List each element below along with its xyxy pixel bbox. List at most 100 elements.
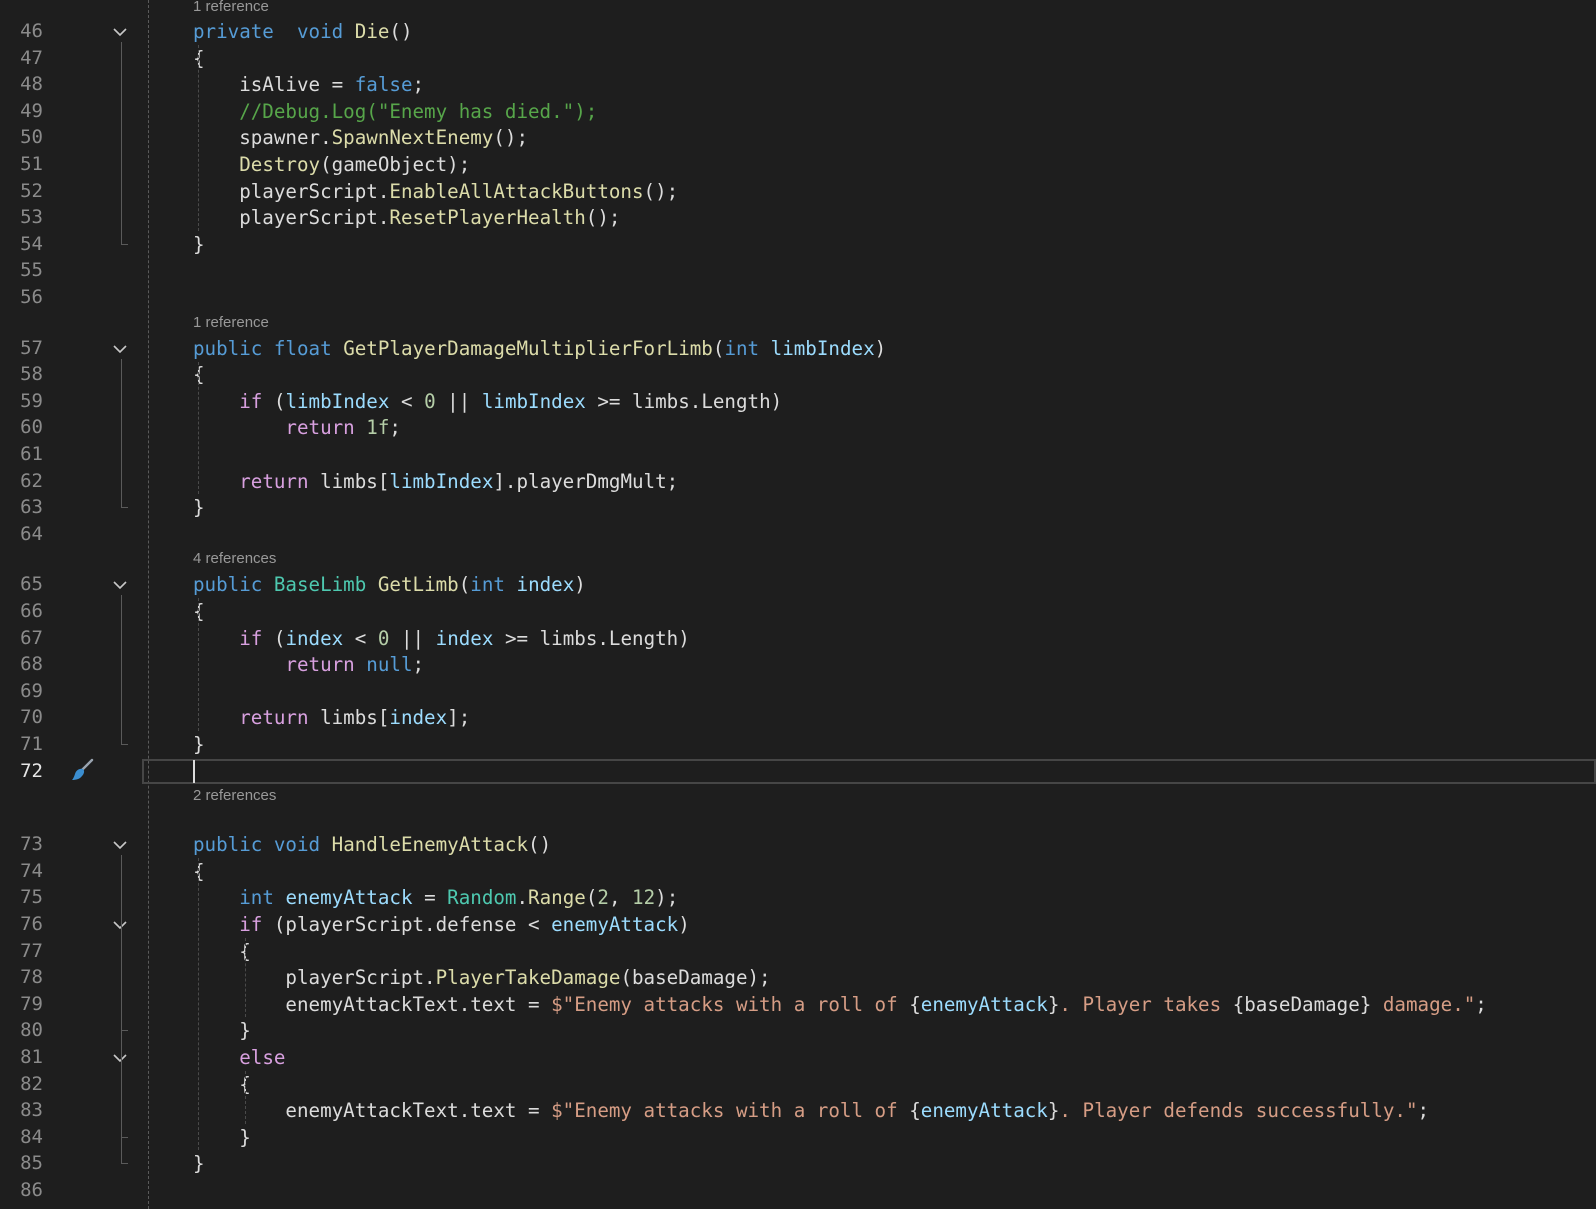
code-line[interactable]: 86: [0, 1177, 1596, 1204]
code-line[interactable]: 55: [0, 257, 1596, 284]
code-text[interactable]: public void HandleEnemyAttack(): [193, 831, 551, 858]
code-text[interactable]: }: [193, 1017, 251, 1044]
code-text[interactable]: if (playerScript.defense < enemyAttack): [193, 911, 690, 938]
code-text[interactable]: public float GetPlayerDamageMultiplierFo…: [193, 335, 886, 362]
code-line[interactable]: 84 }: [0, 1124, 1596, 1151]
code-line[interactable]: 81 else: [0, 1044, 1596, 1071]
line-number: 84: [20, 1125, 43, 1148]
code-line[interactable]: 69: [0, 678, 1596, 705]
code-text[interactable]: int enemyAttack = Random.Range(2, 12);: [193, 884, 678, 911]
indent-guide: [245, 938, 246, 1018]
code-line[interactable]: 56: [0, 284, 1596, 311]
line-number: 64: [20, 522, 43, 545]
code-line[interactable]: 80 }: [0, 1017, 1596, 1044]
code-text[interactable]: else: [193, 1044, 285, 1071]
code-text[interactable]: return null;: [193, 651, 424, 678]
code-line[interactable]: 47{: [0, 45, 1596, 72]
code-token: Die: [354, 20, 390, 43]
code-text[interactable]: return limbs[limbIndex].playerDmgMult;: [193, 468, 678, 495]
code-line[interactable]: 71}: [0, 731, 1596, 758]
code-line[interactable]: 70 return limbs[index];: [0, 704, 1596, 731]
code-token: float: [273, 336, 332, 360]
code-line[interactable]: 85}: [0, 1150, 1596, 1177]
fold-outline: [121, 358, 122, 508]
code-lens-references[interactable]: 1 reference: [193, 313, 269, 333]
code-line[interactable]: 57 public float GetPlayerDamageMultiplier…: [0, 335, 1596, 362]
code-text[interactable]: playerScript.EnableAllAttackButtons();: [193, 178, 678, 205]
fold-outline: [121, 42, 122, 244]
code-line[interactable]: 83 enemyAttackText.text = $"Enemy attack…: [0, 1097, 1596, 1124]
code-line[interactable]: 54}: [0, 231, 1596, 258]
code-text[interactable]: //Debug.Log("Enemy has died.");: [193, 98, 597, 125]
chevron-down-icon[interactable]: [110, 831, 130, 860]
line-number: 77: [20, 939, 43, 962]
code-text[interactable]: private void Die(): [193, 18, 413, 45]
code-text[interactable]: playerScript.PlayerTakeDamage(baseDamage…: [193, 964, 770, 991]
code-line[interactable]: 78 playerScript.PlayerTakeDamage(baseDam…: [0, 964, 1596, 991]
code-line[interactable]: 62 return limbs[limbIndex].playerDmgMult…: [0, 468, 1596, 495]
code-line[interactable]: 53 playerScript.ResetPlayerHealth();: [0, 204, 1596, 231]
code-line[interactable]: 49 //Debug.Log("Enemy has died.");: [0, 98, 1596, 125]
code-text[interactable]: if (limbIndex < 0 || limbIndex >= limbs.…: [193, 388, 782, 415]
code-text[interactable]: }: [193, 1150, 205, 1177]
code-text[interactable]: }: [193, 231, 205, 258]
code-lens-references[interactable]: 4 references: [193, 549, 276, 569]
code-line[interactable]: 74{: [0, 858, 1596, 885]
code-line[interactable]: 73 public void HandleEnemyAttack(): [0, 831, 1596, 858]
code-token: public: [193, 573, 263, 597]
code-token: ,: [608, 886, 633, 910]
code-text[interactable]: public BaseLimb GetLimb(int index): [193, 571, 586, 598]
code-line[interactable]: 46 private void Die(): [0, 18, 1596, 45]
code-text[interactable]: enemyAttackText.text = $"Enemy attacks w…: [193, 991, 1486, 1018]
code-line[interactable]: 63}: [0, 494, 1596, 521]
chevron-down-icon[interactable]: [110, 18, 130, 47]
code-line[interactable]: 52 playerScript.EnableAllAttackButtons()…: [0, 178, 1596, 205]
chevron-down-icon[interactable]: [110, 911, 130, 940]
code-text[interactable]: spawner.SpawnNextEnemy();: [193, 124, 528, 151]
code-line[interactable]: 82 {: [0, 1071, 1596, 1098]
code-line[interactable]: 76 if (playerScript.defense < enemyAttac…: [0, 911, 1596, 938]
code-text[interactable]: playerScript.ResetPlayerHealth();: [193, 204, 620, 231]
code-text[interactable]: Destroy(gameObject);: [193, 151, 470, 178]
code-line[interactable]: 75 int enemyAttack = Random.Range(2, 12)…: [0, 884, 1596, 911]
fold-outline-end: [121, 1030, 128, 1032]
code-text[interactable]: return 1f;: [193, 414, 401, 441]
code-line[interactable]: 60 return 1f;: [0, 414, 1596, 441]
code-line[interactable]: 66{: [0, 598, 1596, 625]
code-text[interactable]: isAlive = false;: [193, 71, 424, 98]
code-lens-references[interactable]: 1 reference: [193, 0, 269, 17]
code-line[interactable]: 77 {: [0, 938, 1596, 965]
paintbrush-icon[interactable]: [70, 757, 96, 783]
code-lens-references[interactable]: 2 references: [193, 786, 276, 806]
code-line[interactable]: 58{: [0, 361, 1596, 388]
code-text[interactable]: }: [193, 494, 205, 521]
code-text[interactable]: }: [193, 1124, 251, 1151]
code-line[interactable]: 79 enemyAttackText.text = $"Enemy attack…: [0, 991, 1596, 1018]
chevron-down-icon[interactable]: [110, 571, 130, 600]
code-line[interactable]: 59 if (limbIndex < 0 || limbIndex >= lim…: [0, 388, 1596, 415]
code-line[interactable]: 51 Destroy(gameObject);: [0, 151, 1596, 178]
code-line[interactable]: 48 isAlive = false;: [0, 71, 1596, 98]
code-line[interactable]: 61: [0, 441, 1596, 468]
code-text[interactable]: }: [193, 731, 205, 758]
code-line[interactable]: 65 public BaseLimb GetLimb(int index): [0, 571, 1596, 598]
code-text[interactable]: {: [193, 938, 251, 965]
code-line[interactable]: 67 if (index < 0 || index >= limbs.Lengt…: [0, 625, 1596, 652]
code-editor[interactable]: 1 reference 46 private void Die() 47{48 is…: [0, 0, 1596, 1209]
code-text[interactable]: return limbs[index];: [193, 704, 470, 731]
chevron-down-icon[interactable]: [110, 335, 130, 364]
code-token: HandleEnemyAttack: [331, 833, 529, 857]
chevron-down-icon[interactable]: [110, 1044, 130, 1073]
code-text[interactable]: enemyAttackText.text = $"Enemy attacks w…: [193, 1097, 1429, 1124]
code-text[interactable]: if (index < 0 || index >= limbs.Length): [193, 625, 690, 652]
code-line[interactable]: 68 return null;: [0, 651, 1596, 678]
code-line[interactable]: 64: [0, 521, 1596, 548]
code-token: . Player takes: [1059, 992, 1233, 1016]
code-text[interactable]: {: [193, 1071, 251, 1098]
code-token: public: [193, 336, 263, 360]
code-token: void: [296, 20, 344, 43]
code-line[interactable]: 50 spawner.SpawnNextEnemy();: [0, 124, 1596, 151]
